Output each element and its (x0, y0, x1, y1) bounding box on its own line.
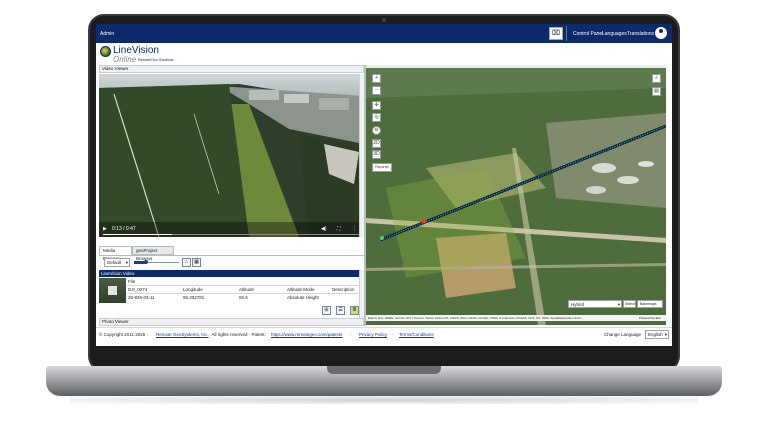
privacy-link[interactable]: Privacy Policy (359, 332, 387, 337)
layers-icon[interactable]: ▦ (192, 258, 201, 267)
cell-altitude: 85.6 (239, 295, 248, 300)
cell-longitude: 95.302781 (183, 295, 205, 300)
change-language-label: Change Language (604, 332, 642, 337)
company-link[interactable]: Remote GeoSystems, Inc. (156, 332, 209, 337)
zoom-slider[interactable] (134, 260, 179, 264)
app-screen: Admin ⌧ Control Panel Languages Translat… (96, 24, 672, 346)
fullscreen-icon[interactable]: ⛶ (337, 226, 341, 232)
photo-viewer-header: Photo Viewer (99, 318, 364, 326)
user-icon[interactable] (654, 26, 668, 40)
webcam (382, 18, 386, 22)
column-altitude-mode: Altitude Mode (287, 287, 315, 292)
view-2d-button[interactable]: 2D (372, 139, 381, 148)
media-section-title: LineVision Video (99, 270, 359, 277)
video-thumbnail[interactable] (99, 278, 126, 303)
home-extent-icon[interactable]: ⊖ (372, 126, 381, 135)
language-select[interactable]: English ▾ (645, 330, 669, 339)
tab-geoproject-browser[interactable]: geoProject Browser (132, 246, 174, 261)
cell-altitude-mode: Absolute Height (287, 295, 319, 300)
view-3d-button[interactable]: 3D (372, 150, 381, 159)
row-divider (127, 285, 359, 286)
footer-dot: · (392, 332, 394, 337)
video-player[interactable] (99, 74, 364, 237)
logo-mark (100, 46, 111, 57)
rights-text: · All rights reserved · Patent: (209, 332, 266, 337)
map-attribution: Esprit | Esri, HERE, Garmin, IPC | Sourc… (366, 315, 666, 321)
column-longitude: Longitude (183, 287, 203, 292)
powered-by-esri[interactable]: Powered by Esri (639, 316, 661, 320)
video-time: 0:13 / 0:47 (112, 226, 136, 232)
slider-thumb[interactable] (144, 260, 148, 264)
seek-progress (103, 234, 173, 235)
view-select[interactable]: Default ▾ (104, 258, 130, 267)
locate-icon[interactable]: ◎ (372, 113, 381, 122)
detail-view-icon[interactable]: ≣ (350, 306, 359, 315)
thumbnail-play-icon[interactable] (108, 286, 117, 295)
laptop-shadow (70, 396, 698, 404)
cell-date: 26-925-03-11 (128, 295, 155, 300)
search-icon[interactable]: ⌕ (652, 74, 661, 83)
column-description: Description (332, 287, 355, 292)
satellite-imagery (366, 68, 666, 325)
nav-translations[interactable]: Translations (627, 31, 654, 37)
zoom-out-icon[interactable]: − (372, 86, 381, 95)
copyright-text: © Copyright 2011-2026 · (99, 332, 149, 337)
tab-media-browser[interactable]: Media Browser (99, 246, 132, 261)
more-options-icon[interactable]: ⋮ (352, 226, 357, 232)
compass-icon[interactable]: ✣ (372, 101, 381, 110)
file-name[interactable]: DJI_0274 (128, 287, 147, 292)
reporter-button[interactable]: Reporter (372, 163, 392, 172)
footer-divider (96, 327, 672, 328)
map-view[interactable] (366, 68, 666, 325)
map-layers-icon[interactable]: ▤ (652, 87, 661, 96)
laptop-frame: Admin ⌧ Control Panel Languages Translat… (0, 0, 768, 432)
terms-link[interactable]: Terms/Conditions (399, 332, 434, 337)
select-button[interactable]: Select (623, 300, 636, 308)
nav-languages[interactable]: Languages (602, 31, 627, 37)
grid-view-icon[interactable]: ⊞ (322, 306, 331, 315)
video-viewer-title: Video Viewer (102, 66, 129, 71)
app-logo[interactable]: LineVision Online Remote/Geo-Solutions (100, 45, 220, 65)
nav-control-panel[interactable]: Control Panel (573, 31, 603, 37)
top-bar: Admin ⌧ Control Panel Languages Translat… (96, 24, 672, 43)
aerial-video-frame (99, 74, 364, 237)
list-view-icon[interactable]: ☰ (336, 306, 345, 315)
column-file: File (128, 279, 136, 284)
logo-subtitle: Online (113, 55, 137, 64)
home-icon[interactable]: ⌂ (182, 258, 191, 267)
column-altitude: Altitude (239, 287, 255, 292)
basemap-select[interactable]: Hybrid ▾ (568, 300, 622, 308)
laptop-hinge-notch (327, 366, 441, 374)
footer-dot: · (351, 332, 353, 337)
logo-tagline: Remote/Geo-Solutions (138, 58, 174, 62)
zoom-in-icon[interactable]: + (372, 74, 381, 83)
row-divider (127, 293, 359, 294)
admin-link[interactable]: Admin (100, 31, 114, 37)
video-viewer-header: Video Viewer (99, 65, 364, 73)
basemaps-button[interactable]: Basemaps (637, 300, 663, 308)
tabs-divider (99, 255, 364, 256)
video-controls: ▶ 0:13 / 0:47 ◀) ⛶ ⋮ (99, 222, 364, 237)
patents-link[interactable]: https://www.remotegeo.com/patents (271, 332, 343, 337)
seek-bar[interactable] (103, 234, 360, 235)
volume-icon[interactable]: ◀) (321, 226, 327, 232)
photo-viewer-title: Photo Viewer (102, 319, 129, 324)
scan-icon[interactable]: ⌧ (549, 27, 563, 40)
play-icon[interactable]: ▶ (103, 226, 107, 232)
divider (566, 26, 567, 41)
